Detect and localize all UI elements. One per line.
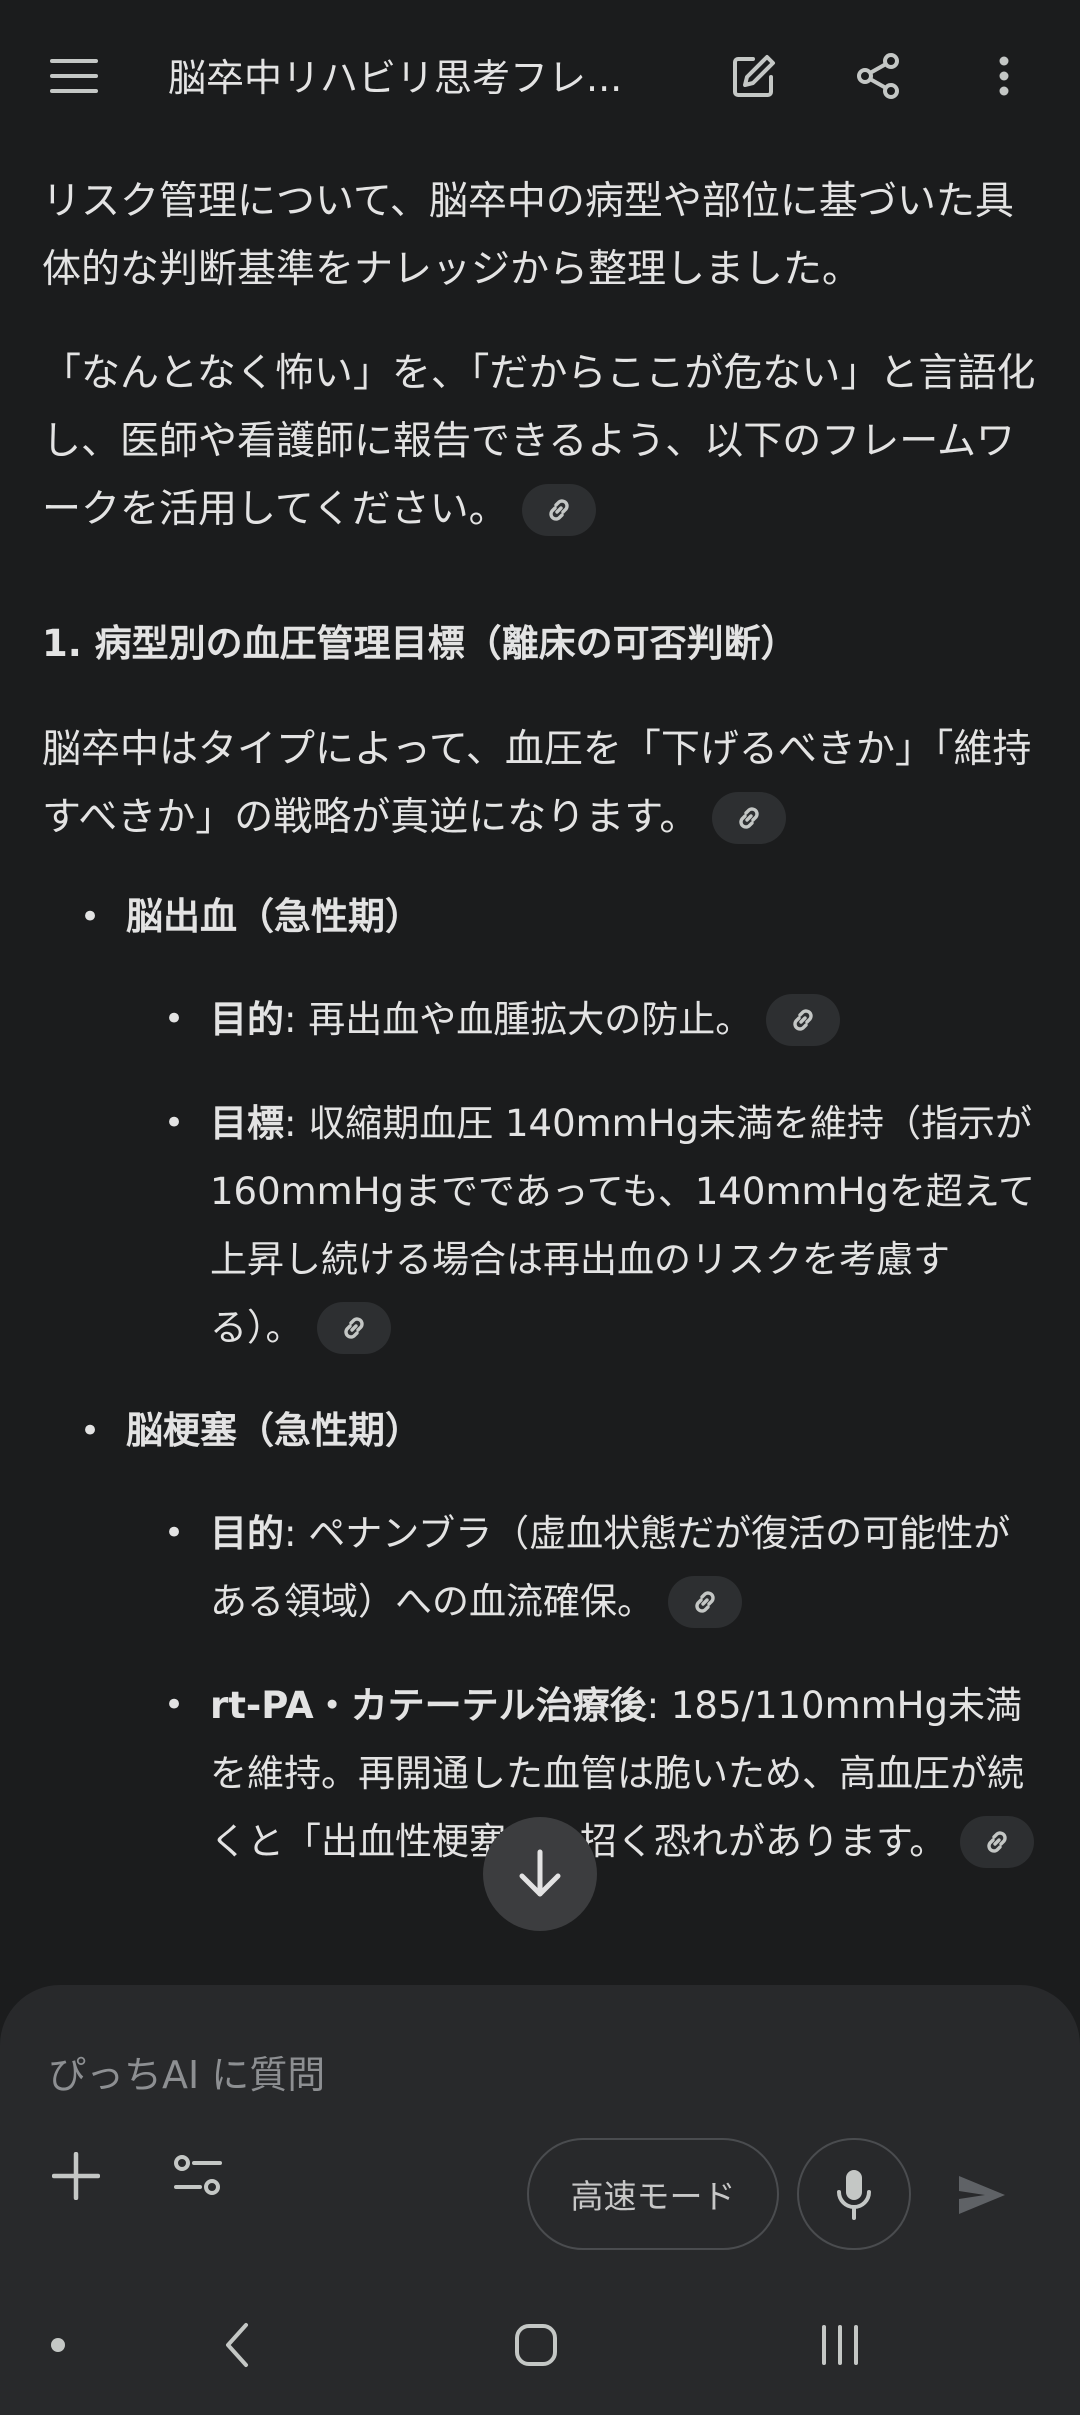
source-chip[interactable] <box>766 993 841 1046</box>
sub-list-item: 目標: 収縮期血圧 140mmHg未満を維持（指示が160mmHgまでであっても… <box>210 1090 1042 1362</box>
link-icon <box>739 806 760 829</box>
send-icon <box>959 2176 1005 2214</box>
source-chip[interactable] <box>668 1575 742 1628</box>
section-1-paragraph: 脳卒中はタイプによって、血圧を「下げるべきか」「維持すべきか」の戦略が真逆になり… <box>42 716 1042 852</box>
section-1-heading: 1. 病型別の血圧管理目標（離床の可否判断） <box>42 622 798 665</box>
arrow-down-icon <box>519 1849 561 1897</box>
menu-button[interactable] <box>38 40 110 112</box>
share-button[interactable] <box>842 40 914 112</box>
sub-list-item: 目的: ペナンブラ（虚血状態だが復活の可能性がある領域）への血流確保。 <box>210 1500 1042 1636</box>
more-vert-icon <box>999 56 1009 96</box>
composer-panel: ぴっちAI に質問 高速モード <box>0 1985 1080 2275</box>
more-options-button[interactable] <box>968 40 1040 112</box>
nav-home-icon <box>515 2324 557 2366</box>
list-bullet: • <box>80 897 101 937</box>
nav-back-icon <box>226 2323 248 2367</box>
system-navigation-bar <box>0 2275 1080 2415</box>
sub-list-item: 目的: 再出血や血腫拡大の防止。 <box>210 986 1042 1054</box>
send-button[interactable] <box>944 2157 1020 2233</box>
list-bullet: • <box>164 1103 185 1143</box>
nav-back-button[interactable] <box>196 2305 276 2385</box>
response-content: リスク管理について、脳卒中の病型や部位に基づいた具体的な判断基準をナレッジから整… <box>0 160 1080 1990</box>
top-app-bar: 脳卒中リハビリ思考フレ... <box>0 0 1080 160</box>
hamburger-menu-icon <box>50 59 98 93</box>
source-chip[interactable] <box>521 483 596 536</box>
list-bullet: • <box>80 1411 101 1451</box>
nav-recents-button[interactable] <box>800 2305 880 2385</box>
voice-input-button[interactable] <box>797 2138 911 2250</box>
chat-screen: 脳卒中リハビリ思考フレ... リスク管理について、脳卒中の病型や部位に基づいた具… <box>0 0 1080 2415</box>
list-bullet: • <box>164 1685 185 1725</box>
list-bullet: • <box>164 1513 185 1553</box>
share-icon <box>857 53 899 99</box>
mic-icon <box>837 2170 871 2220</box>
sub-item-text: : 再出血や血腫拡大の防止。 <box>284 998 753 1041</box>
sub-list-item: rt-PA・カテーテル治療後: 185/110mmHg未満を維持。再開通した血管… <box>210 1672 1042 1876</box>
list-bullet: • <box>164 999 185 1039</box>
link-icon <box>987 1830 1007 1853</box>
sub-item-label: 目標 <box>210 1102 284 1145</box>
source-chip[interactable] <box>316 1301 391 1354</box>
mode-selector-button[interactable]: 高速モード <box>527 2138 779 2250</box>
intro-paragraph-2: 「なんとなく怖い」を、「だからここが危ない」と言語化し、医師や看護師に報告できる… <box>42 340 1042 544</box>
nav-recents-icon <box>822 2325 858 2365</box>
link-icon <box>695 1590 715 1613</box>
new-chat-edit-button[interactable] <box>718 40 790 112</box>
plus-icon <box>52 2152 100 2200</box>
list-item-title: 脳出血（急性期） <box>126 895 422 938</box>
sub-item-text: : ペナンブラ（虚血状態だが復活の可能性がある領域）への血流確保。 <box>210 1512 1011 1623</box>
sub-item-label: rt-PA・カテーテル治療後 <box>210 1684 647 1727</box>
sub-item-label: 目的 <box>210 998 284 1041</box>
edit-icon <box>733 55 775 97</box>
list-item-title: 脳梗塞（急性期） <box>126 1409 422 1452</box>
scroll-to-bottom-button[interactable] <box>483 1817 597 1931</box>
section-1-paragraph-text: 脳卒中はタイプによって、血圧を「下げるべきか」「維持すべきか」の戦略が真逆になり… <box>42 727 1032 840</box>
link-icon <box>343 1316 364 1339</box>
link-icon <box>793 1008 813 1031</box>
tools-button[interactable] <box>162 2140 234 2212</box>
nav-dot-icon <box>51 2338 65 2352</box>
prompt-input[interactable]: ぴっちAI に質問 <box>48 2047 325 2103</box>
sub-item-label: 目的 <box>210 1512 284 1555</box>
link-icon <box>548 498 569 521</box>
intro-paragraph-1: リスク管理について、脳卒中の病型や部位に基づいた具体的な判断基準をナレッジから整… <box>42 179 1014 292</box>
conversation-title[interactable]: 脳卒中リハビリ思考フレ... <box>168 46 668 110</box>
nav-dot-button[interactable] <box>18 2305 98 2385</box>
source-chip[interactable] <box>712 791 787 844</box>
source-chip[interactable] <box>960 1815 1035 1868</box>
tune-icon <box>174 2155 222 2195</box>
nav-home-button[interactable] <box>496 2305 576 2385</box>
add-attachment-button[interactable] <box>40 2140 112 2212</box>
